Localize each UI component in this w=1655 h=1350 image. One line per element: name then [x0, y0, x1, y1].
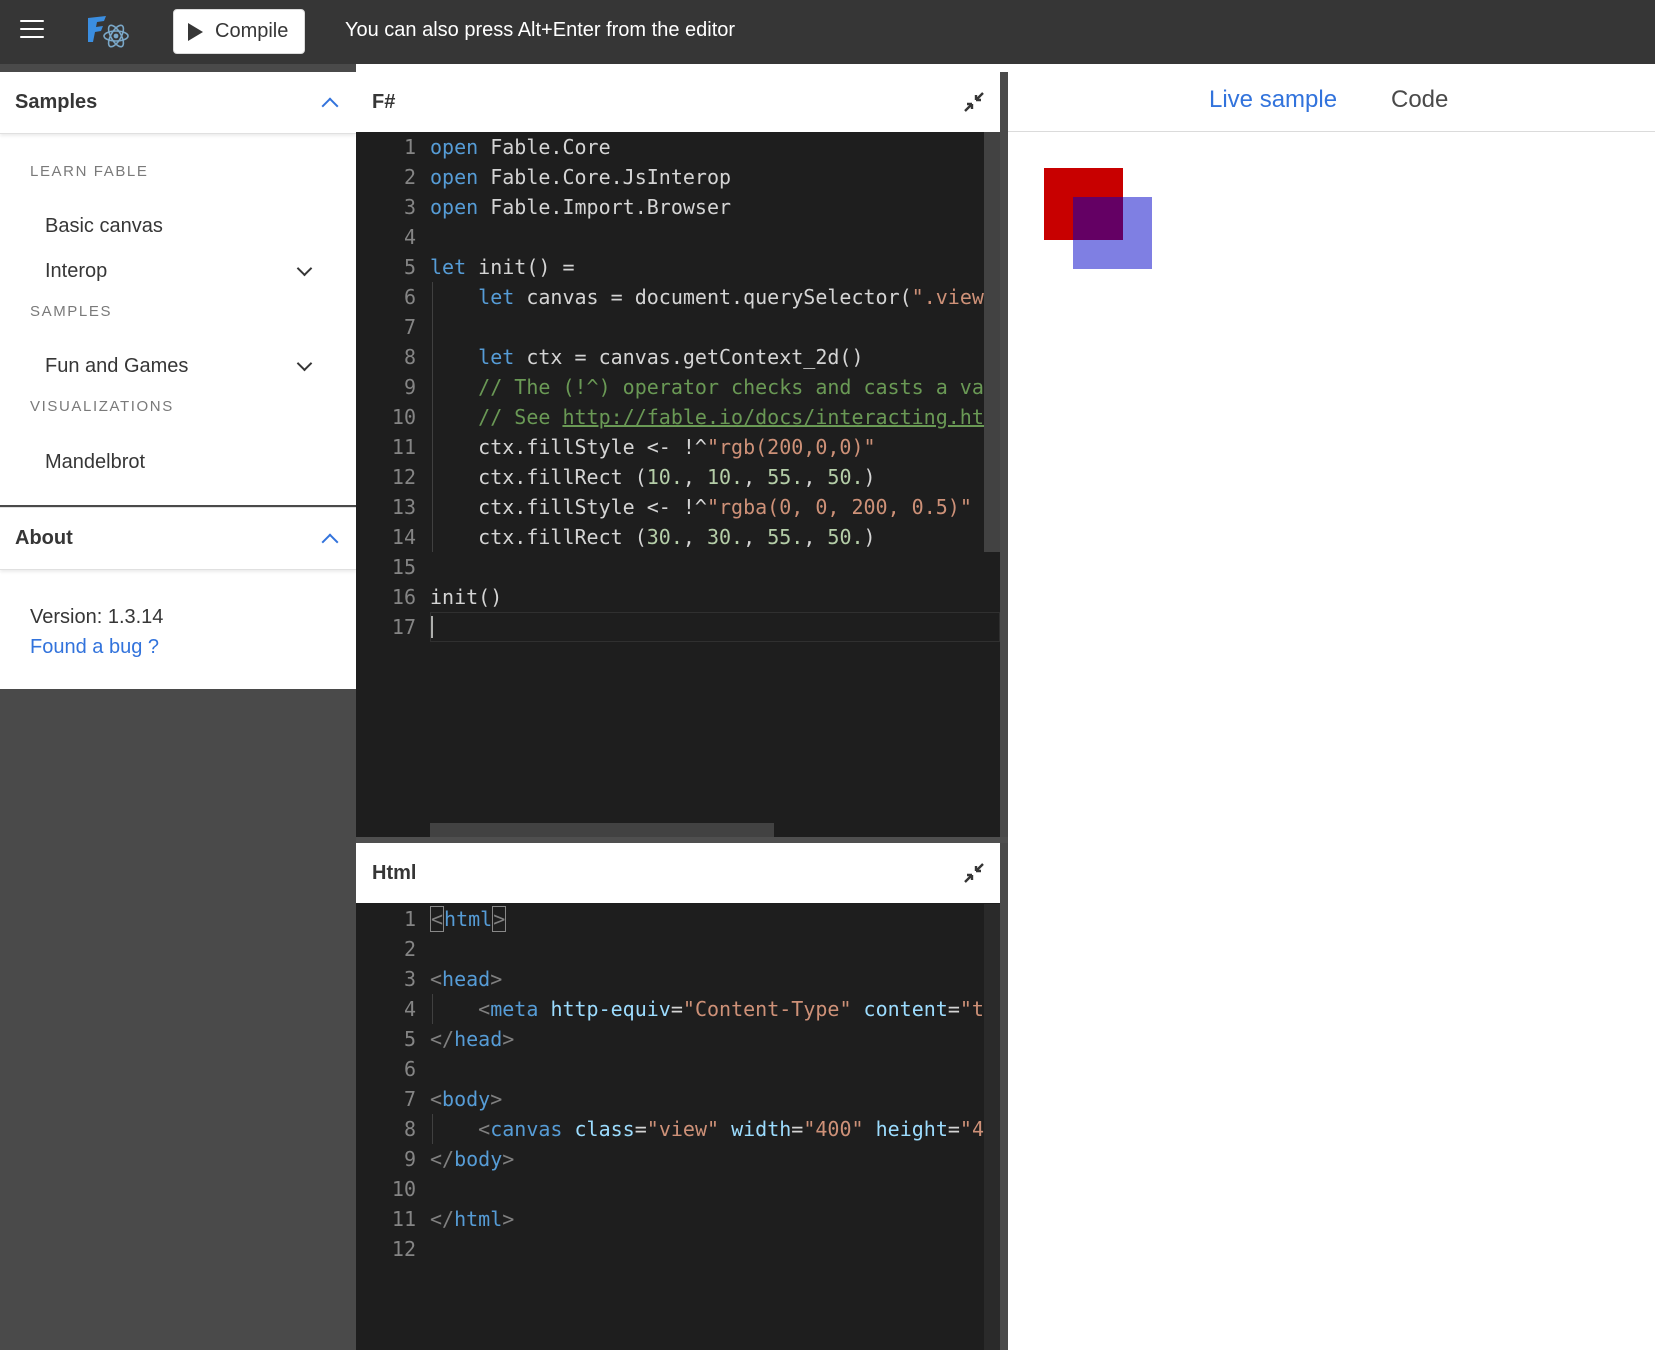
code-line: 13 ctx.fillStyle <- !^"rgba(0, 0, 200, 0… — [391, 495, 972, 519]
samples-panel-header[interactable]: Samples — [0, 72, 356, 134]
about-panel: About Version: 1.3.14 Found a bug ? — [0, 507, 356, 689]
fsharp-editor-header: F# — [356, 72, 1000, 132]
menu-label-samples: SAMPLES — [30, 303, 113, 320]
play-icon — [188, 22, 203, 41]
preview-tabs: Live sample Code — [1008, 64, 1655, 132]
code-line: 14 ctx.fillRect (30., 30., 55., 50.) — [391, 525, 876, 549]
about-panel-header[interactable]: About — [0, 508, 356, 570]
code-line: 6 let canvas = document.querySelector(".… — [403, 285, 996, 309]
code-line: 3 open Fable.Import.Browser — [403, 195, 732, 219]
fsharp-horizontal-scrollbar[interactable] — [430, 823, 774, 837]
code-line: 15 — [391, 555, 416, 579]
version-text: Version: 1.3.14 — [30, 606, 164, 628]
vertical-splitter[interactable] — [1000, 72, 1008, 1350]
fable-logo-icon — [88, 16, 129, 48]
chevron-down-icon[interactable] — [296, 260, 313, 276]
menu-item-label: Fun and Games — [45, 354, 189, 377]
code-line: 5 </head> — [403, 1027, 515, 1051]
fsharp-vertical-scrollbar[interactable] — [984, 132, 1000, 552]
code-line: 10 // See http://fable.io/docs/interacti… — [391, 405, 996, 429]
menu-item-mandelbrot[interactable]: Mandelbrot — [30, 442, 326, 482]
chevron-up-icon[interactable] — [321, 533, 339, 550]
docs-link[interactable]: http://fable.io/docs/interacting.htm — [562, 405, 995, 429]
found-bug-link[interactable]: Found a bug ? — [30, 636, 159, 659]
menu-item-label: Basic canvas — [45, 214, 163, 237]
html-editor-header: Html — [356, 843, 1000, 903]
top-bar: Compile You can also press Alt+Enter fro… — [0, 0, 1655, 64]
about-title: About — [15, 527, 73, 549]
fsharp-code-area[interactable]: 1 open Fable.Core 2 open Fable.Core.JsInte… — [356, 132, 1000, 836]
compile-label: Compile — [215, 20, 289, 42]
code-line: 4 — [403, 225, 416, 249]
blue-rectangle — [1073, 197, 1152, 269]
code-line: 12 — [391, 1237, 416, 1261]
code-line: 1 <html> — [403, 906, 507, 932]
minimize-icon[interactable] — [962, 861, 986, 885]
chevron-down-icon[interactable] — [296, 355, 313, 371]
code-line: 1 open Fable.Core — [403, 135, 611, 159]
chevron-up-icon[interactable] — [321, 97, 339, 114]
code-line: 16 init() — [391, 585, 503, 609]
tab-live-sample[interactable]: Live sample — [1209, 86, 1337, 114]
code-line: 4 <meta http-equiv="Content-Type" conten… — [403, 997, 996, 1021]
menu-item-basic-canvas[interactable]: Basic canvas — [30, 206, 326, 246]
code-line: 10 — [391, 1177, 416, 1201]
menu-item-label: Interop — [45, 259, 108, 282]
hamburger-menu-icon[interactable] — [20, 20, 44, 40]
code-line: 11 </html> — [391, 1207, 515, 1231]
code-line: 12 ctx.fillRect (10., 10., 55., 50.) — [391, 465, 876, 489]
code-line: 8 <canvas class="view" width="400" heigh… — [403, 1117, 1000, 1141]
samples-panel: Samples LEARN FABLE Basic canvas Interop… — [0, 72, 356, 505]
menu-item-fun-and-games[interactable]: Fun and Games — [30, 346, 326, 386]
menu-item-label: Mandelbrot — [45, 450, 146, 473]
code-line: 8 let ctx = canvas.getContext_2d() — [403, 345, 864, 369]
minimize-icon[interactable] — [962, 90, 986, 114]
code-line: 9 </body> — [403, 1147, 515, 1171]
code-line: 7 — [403, 315, 416, 339]
keyboard-hint: You can also press Alt+Enter from the ed… — [345, 19, 736, 41]
code-line: 9 // The (!^) operator checks and casts … — [403, 375, 1000, 399]
menu-label-learn-fable: LEARN FABLE — [30, 163, 149, 180]
code-line: 7 <body> — [403, 1087, 503, 1111]
preview-pane: Live sample Code — [1008, 64, 1655, 1350]
code-line: 11 ctx.fillStyle <- !^"rgb(200,0,0)" — [391, 435, 876, 459]
code-line: 2 — [403, 937, 416, 961]
html-code-area[interactable]: 1 <html> 2 3 <head> 4 <meta http-equiv="Co… — [356, 904, 1000, 1350]
code-line: 2 open Fable.Core.JsInterop — [403, 165, 732, 189]
menu-label-visualizations: VISUALIZATIONS — [30, 398, 174, 415]
fsharp-editor-title: F# — [372, 90, 396, 113]
compile-button[interactable]: Compile — [173, 9, 305, 54]
code-line: 3 <head> — [403, 967, 503, 991]
samples-title: Samples — [15, 91, 98, 113]
code-line: 17 — [356, 612, 1000, 642]
live-sample-canvas — [1034, 158, 1434, 558]
code-line: 5 let init() = — [403, 255, 575, 279]
sidebar: Samples LEARN FABLE Basic canvas Interop… — [0, 64, 356, 1350]
menu-item-interop[interactable]: Interop — [30, 251, 326, 291]
text-caret — [431, 616, 433, 638]
tab-code[interactable]: Code — [1391, 86, 1448, 114]
html-editor-title: Html — [372, 861, 417, 884]
code-line: 6 — [403, 1057, 416, 1081]
html-vertical-scrollbar[interactable] — [984, 904, 1000, 1350]
